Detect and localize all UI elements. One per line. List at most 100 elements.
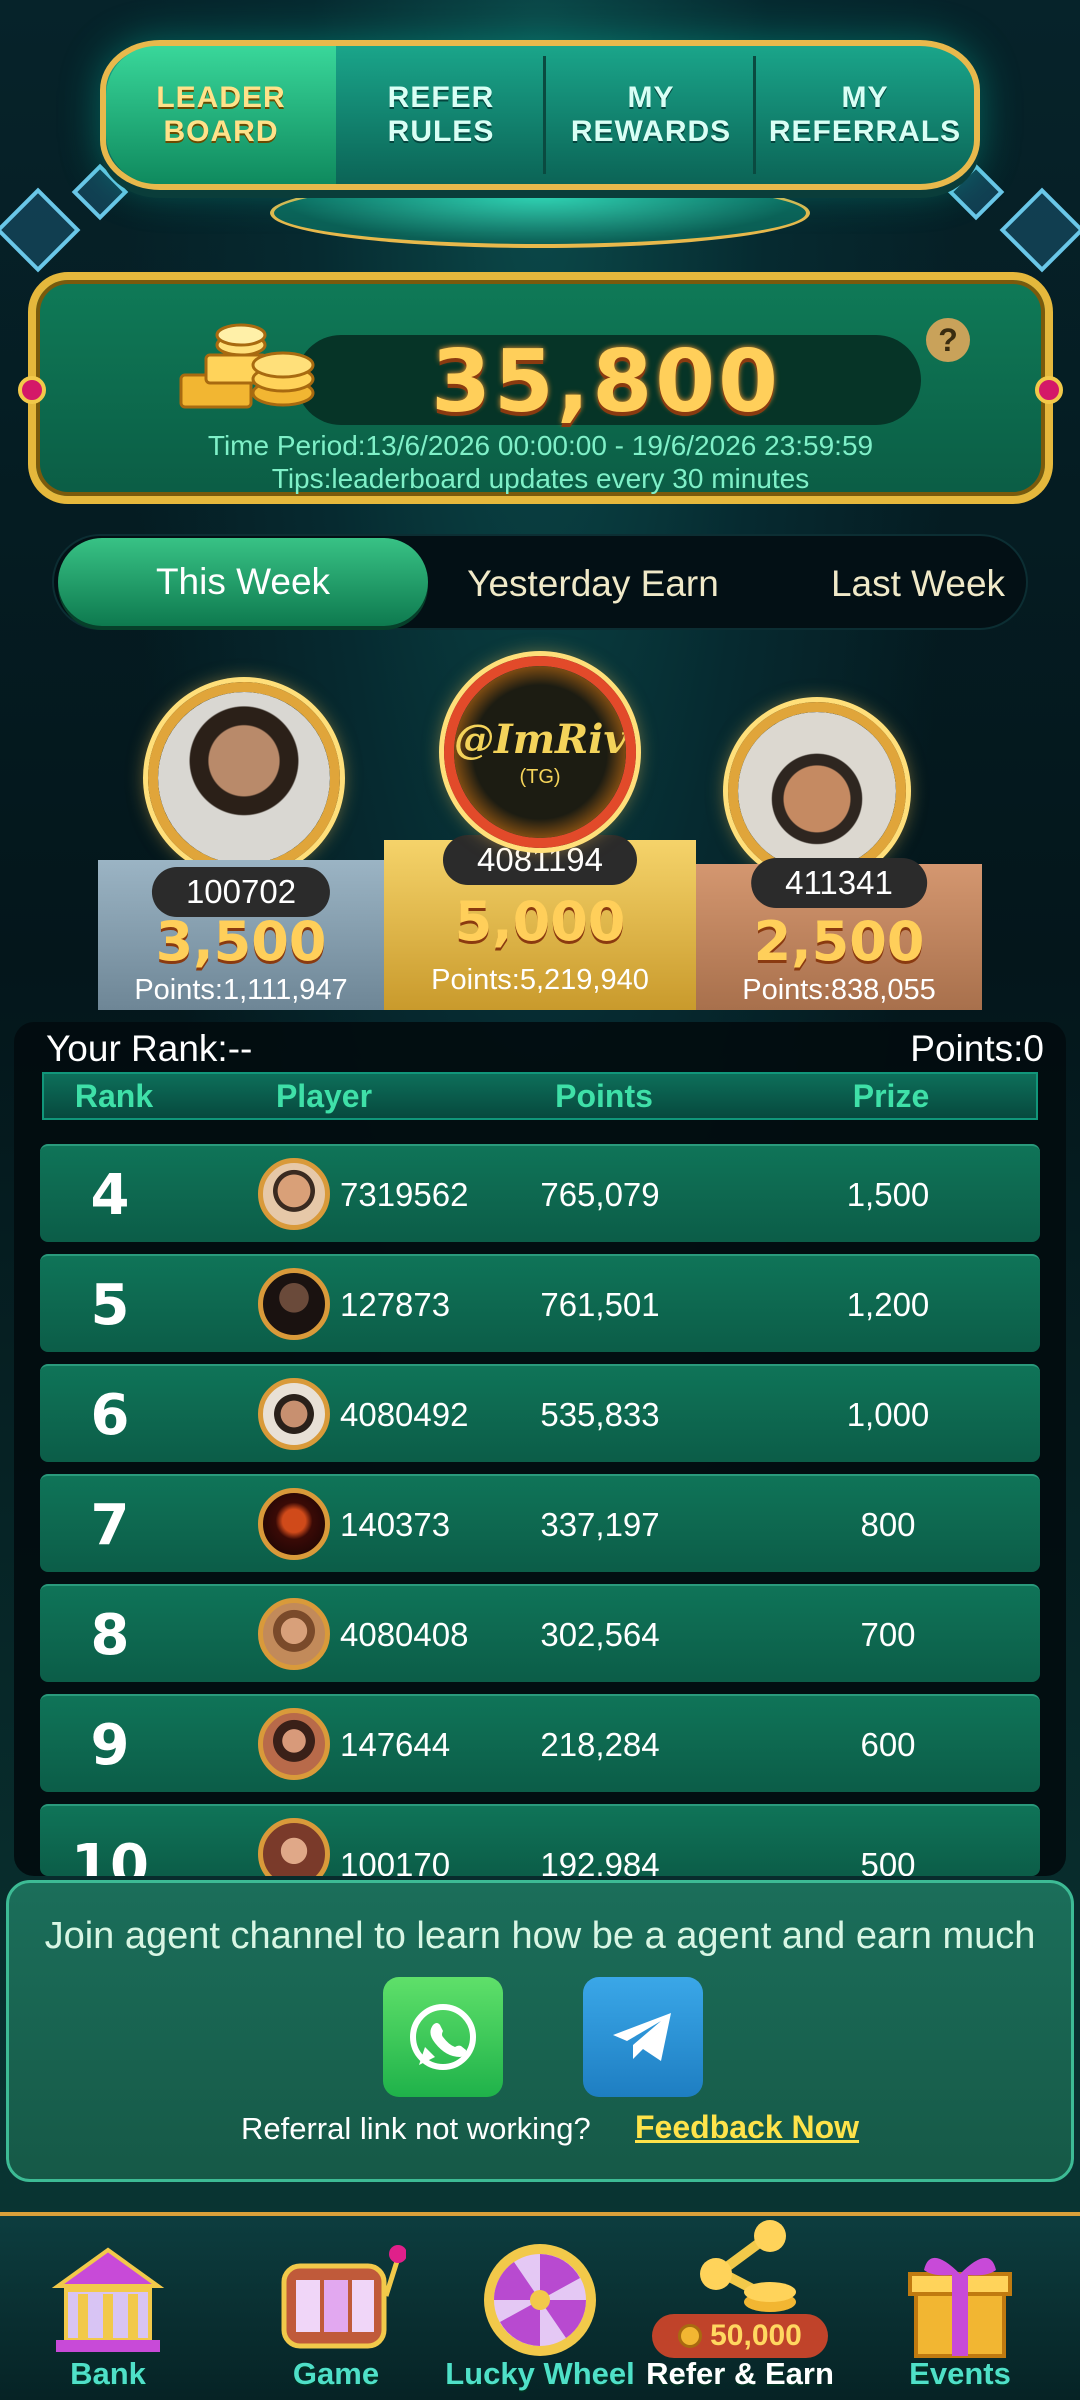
row-prize: 600: [860, 1726, 916, 1763]
wheel-icon: [484, 2244, 596, 2356]
nav-events[interactable]: Events: [852, 2216, 1068, 2400]
whatsapp-icon: [410, 2004, 476, 2070]
row-rank: 9: [90, 1712, 130, 1778]
third-place-avatar[interactable]: [728, 702, 906, 880]
slot-machine-icon: [281, 2245, 406, 2349]
gem-icon: [1035, 376, 1063, 404]
player-avatar: [258, 1598, 330, 1670]
telegram-button[interactable]: [583, 1977, 703, 2097]
player-avatar: [258, 1158, 330, 1230]
third-place-prize: 2,500: [753, 910, 925, 973]
feedback-now-link[interactable]: Feedback Now: [635, 2109, 859, 2146]
header-rank: Rank: [74, 1077, 154, 1114]
nav-refer-earn[interactable]: 50,000 Refer & Earn: [632, 2216, 848, 2400]
first-place-avatar[interactable]: @ImRive (TG): [444, 656, 636, 848]
prize-pool-amount: 35,800: [431, 332, 781, 432]
row-rank: 8: [90, 1602, 130, 1668]
gem-icon: [18, 376, 46, 404]
tab-my-rewards[interactable]: MY REWARDS: [546, 46, 756, 184]
row-points: 337,197: [540, 1506, 660, 1543]
row-player: 140373: [340, 1506, 451, 1543]
badge-amount: 50,000: [710, 2319, 802, 2352]
first-place-points: Points:5,219,940: [431, 964, 649, 996]
row-prize: 1,500: [846, 1176, 930, 1213]
avatar-logo-text: @ImRive: [454, 716, 636, 763]
third-place-podium: 411341 2,500 Points:838,055: [696, 858, 982, 1010]
row-prize: 1,200: [846, 1286, 930, 1323]
help-icon[interactable]: ?: [926, 318, 970, 362]
row-points: 765,079: [540, 1176, 660, 1213]
gift-icon: [908, 2257, 1012, 2358]
table-header: Rank Player Points Prize: [42, 1072, 1038, 1120]
row-rank: 6: [90, 1382, 130, 1448]
table-row[interactable]: 10 100170 192,984 500: [40, 1804, 1040, 1876]
your-points: Points:0: [910, 1028, 1044, 1069]
row-points: 302,564: [540, 1616, 660, 1653]
tab-refer-rules[interactable]: REFER RULES: [336, 46, 546, 184]
avatar-logo-sub: (TG): [519, 766, 561, 788]
table-row[interactable]: 6 4080492 535,833 1,000: [40, 1364, 1040, 1462]
header-player: Player: [275, 1077, 373, 1114]
telegram-icon: [613, 2013, 671, 2061]
referral-not-working: Referral link not working?: [241, 2111, 591, 2146]
row-rank: 7: [90, 1492, 130, 1558]
yesterday-earn-button[interactable]: Yesterday Earn: [428, 536, 758, 632]
row-rank: 10: [71, 1832, 149, 1877]
header-points: Points: [555, 1077, 653, 1114]
tab-leaderboard[interactable]: LEADER BOARD: [106, 46, 336, 184]
your-rank: Your Rank:--: [46, 1028, 253, 1069]
nav-label: Bank: [70, 2356, 146, 2391]
top-tab-bar: LEADER BOARD REFER RULES MY REWARDS MY R…: [100, 40, 980, 190]
nav-lucky-wheel[interactable]: Lucky Wheel: [432, 2216, 648, 2400]
refer-earn-badge: 50,000: [652, 2314, 828, 2358]
tab-my-referrals[interactable]: MY REFERRALS: [756, 46, 974, 184]
player-avatar: [258, 1818, 330, 1876]
prize-pool-banner: 35,800 ? Time Period:13/6/2026 00:00:00 …: [18, 272, 1063, 504]
row-points: 218,284: [540, 1726, 660, 1763]
table-row[interactable]: 9 147644 218,284 600: [40, 1694, 1040, 1792]
update-tips: Tips:leaderboard updates every 30 minute…: [271, 463, 810, 494]
row-points: 192,984: [540, 1846, 660, 1876]
row-prize: 800: [860, 1506, 916, 1543]
period-switch: This Week Yesterday Earn Last Week: [52, 534, 1028, 630]
second-place-avatar[interactable]: [148, 682, 340, 874]
whatsapp-button[interactable]: [383, 1977, 503, 2097]
table-row[interactable]: 8 4080408 302,564 700: [40, 1584, 1040, 1682]
tab-label: REFER RULES: [387, 81, 495, 148]
player-avatar: [258, 1378, 330, 1450]
leaderboard-table: Your Rank:-- Points:0 Rank Player Points…: [14, 1022, 1066, 1876]
third-place-points: Points:838,055: [742, 974, 936, 1006]
table-row[interactable]: 5 127873 761,501 1,200: [40, 1254, 1040, 1352]
time-period: Time Period:13/6/2026 00:00:00 - 19/6/20…: [207, 430, 874, 461]
table-row[interactable]: 4 7319562 765,079 1,500: [40, 1144, 1040, 1242]
agent-channel-panel: Join agent channel to learn how be a age…: [6, 1880, 1074, 2182]
third-place-id: 411341: [751, 858, 927, 908]
nav-label: Game: [292, 2356, 380, 2391]
row-player: 7319562: [340, 1176, 469, 1213]
this-week-button[interactable]: This Week: [58, 538, 428, 626]
row-prize: 500: [860, 1846, 916, 1876]
coin-icon: [678, 2324, 703, 2348]
row-prize: 1,000: [846, 1396, 930, 1433]
tab-label: MY REWARDS: [570, 81, 732, 148]
nav-game[interactable]: Game: [228, 2216, 444, 2400]
table-row[interactable]: 7 140373 337,197 800: [40, 1474, 1040, 1572]
row-player: 147644: [340, 1726, 451, 1763]
row-rank: 4: [90, 1162, 130, 1228]
row-player: 127873: [340, 1286, 451, 1323]
bank-icon: [51, 2247, 165, 2352]
player-avatar: [258, 1488, 330, 1560]
bottom-nav: Bank Game Lucky Wheel 50,000 Refer & Ear: [0, 2212, 1080, 2400]
row-player: 100170: [340, 1846, 451, 1876]
second-place-podium: 100702 3,500 Points:1,111,947: [98, 860, 384, 1010]
row-player: 4080408: [340, 1616, 469, 1653]
player-avatar: [258, 1268, 330, 1340]
nav-label: Refer & Earn: [646, 2356, 834, 2391]
nav-bank[interactable]: Bank: [0, 2216, 216, 2400]
tab-label: LEADER BOARD: [156, 81, 286, 148]
first-place-prize: 5,000: [454, 890, 626, 953]
row-player: 4080492: [340, 1396, 469, 1433]
last-week-button[interactable]: Last Week: [758, 536, 1078, 632]
second-place-prize: 3,500: [155, 910, 327, 973]
row-rank: 5: [90, 1272, 130, 1338]
